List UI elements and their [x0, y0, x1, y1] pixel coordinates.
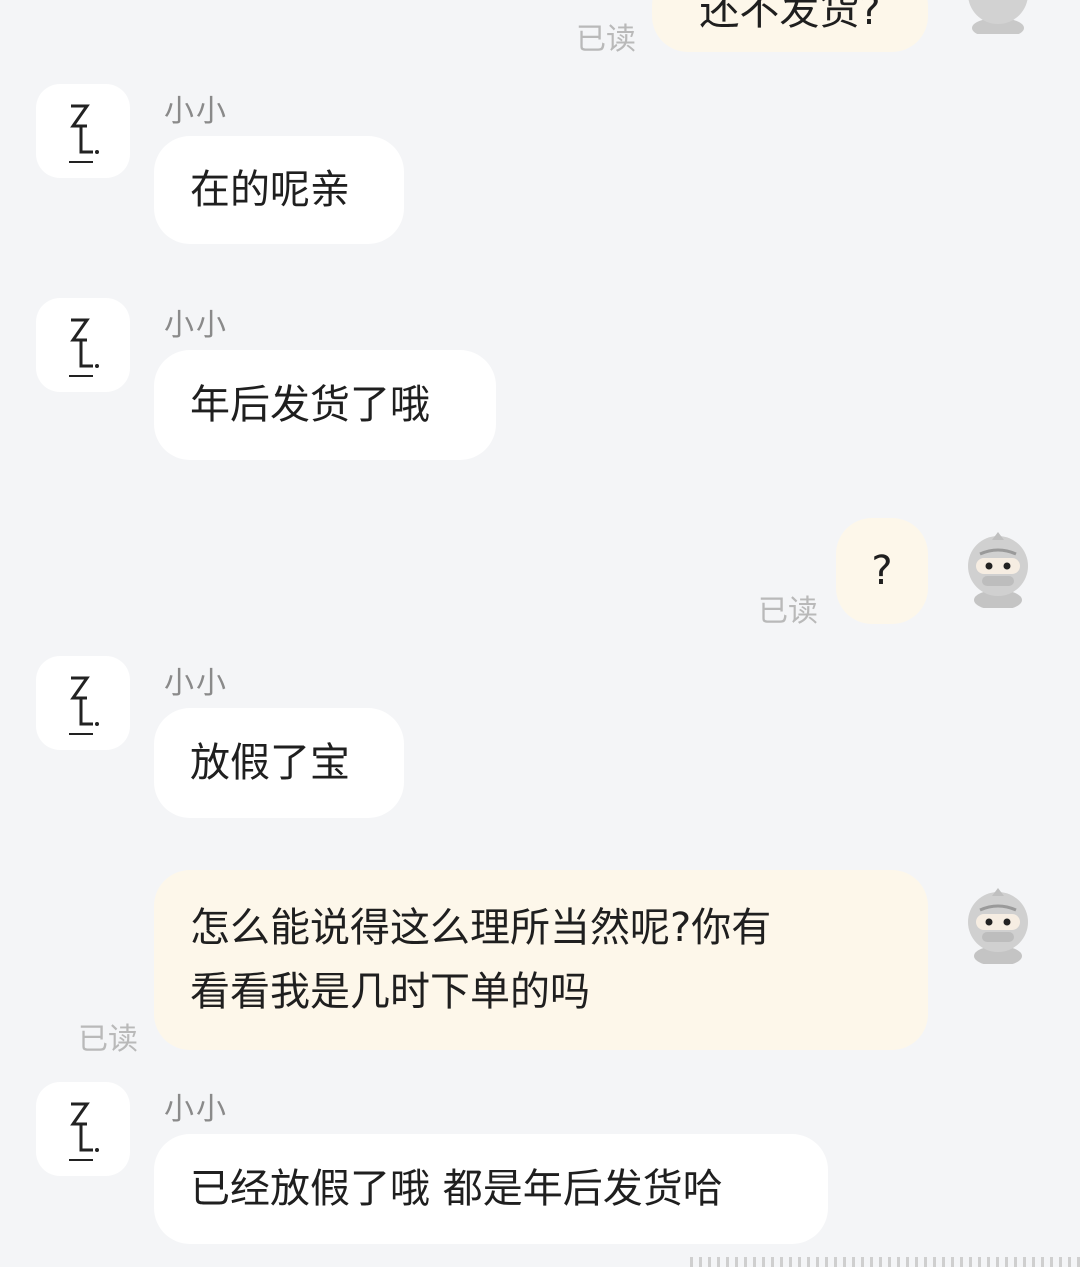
ninja-avatar-icon [968, 888, 1028, 966]
zl-logo-icon [69, 1102, 99, 1161]
read-status: 已读 [758, 594, 818, 629]
message-bubble-outgoing[interactable]: ? [836, 518, 928, 624]
message-text: 年后发货了哦 [190, 382, 430, 428]
message-bubble-outgoing[interactable]: 怎么能说得这么理所当然呢?你有 看看我是几时下单的吗 [154, 870, 928, 1050]
shop-avatar[interactable] [36, 1082, 130, 1176]
ninja-avatar-icon [968, 532, 1028, 610]
message-bubble-incoming[interactable]: 已经放假了哦 都是年后发货哈 [154, 1134, 828, 1244]
read-status: 已读 [78, 1022, 138, 1057]
user-avatar[interactable] [962, 528, 1034, 610]
message-text: ? [871, 548, 893, 594]
bottom-edge-fragment [690, 1257, 1080, 1267]
message-bubble-incoming[interactable]: 放假了宝 [154, 708, 404, 818]
message-text-line-2: 看看我是几时下单的吗 [190, 969, 590, 1015]
message-text: 放假了宝 [190, 740, 350, 786]
shop-avatar[interactable] [36, 298, 130, 392]
user-avatar[interactable] [962, 884, 1034, 966]
sender-name: 小小 [164, 94, 228, 129]
shop-avatar[interactable] [36, 84, 130, 178]
message-bubble-outgoing[interactable]: 还不发货? [652, 0, 928, 52]
ninja-avatar-icon [968, 0, 1028, 38]
read-status: 已读 [576, 22, 636, 57]
sender-name: 小小 [164, 308, 228, 343]
zl-logo-icon [69, 318, 99, 377]
user-avatar[interactable] [962, 0, 1034, 38]
message-text-line-1: 怎么能说得这么理所当然呢?你有 [190, 905, 772, 951]
message-text: 还不发货? [699, 0, 881, 34]
message-text: 已经放假了哦 都是年后发货哈 [190, 1166, 723, 1212]
zl-logo-icon [69, 676, 99, 735]
message-bubble-incoming[interactable]: 在的呢亲 [154, 136, 404, 244]
message-bubble-incoming[interactable]: 年后发货了哦 [154, 350, 496, 460]
shop-avatar[interactable] [36, 656, 130, 750]
message-text: 在的呢亲 [190, 167, 350, 213]
sender-name: 小小 [164, 1092, 228, 1127]
zl-logo-icon [69, 104, 99, 163]
sender-name: 小小 [164, 666, 228, 701]
